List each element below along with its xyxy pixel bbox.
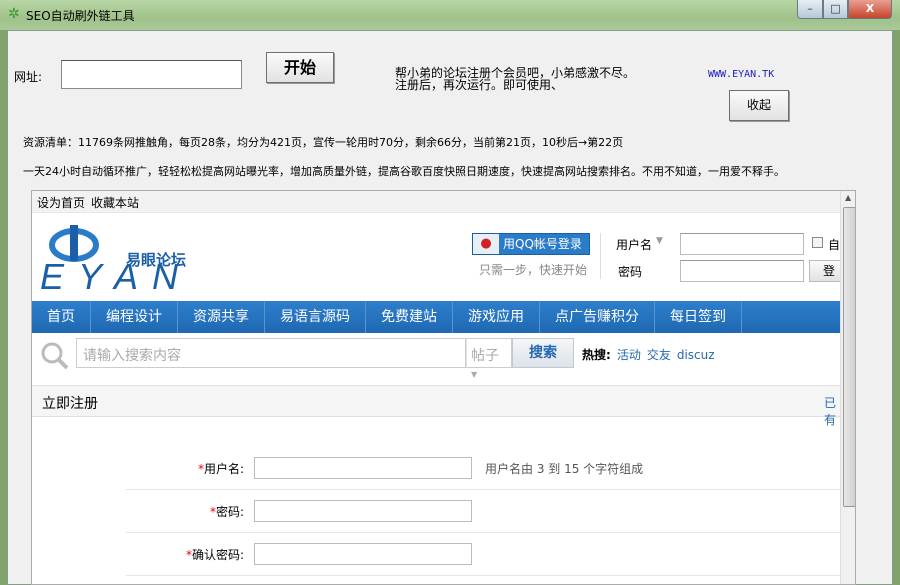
nav-programming[interactable]: 编程设计 [91, 301, 178, 333]
search-bar: 请输入搜索内容 帖子 ▼ 搜索 热搜: 活动交友 discuz [32, 333, 840, 381]
chevron-down-icon[interactable]: ▼ [656, 236, 663, 246]
register-title: 立即注册 [42, 393, 98, 413]
nav-home[interactable]: 首页 [32, 301, 91, 333]
nav-resources[interactable]: 资源共享 [178, 301, 265, 333]
vertical-scrollbar[interactable]: ▲ [840, 191, 856, 585]
hot-label: 热搜: [582, 348, 611, 362]
qq-login-label: 用QQ帐号登录 [503, 237, 582, 251]
logo-cn: 易眼论坛 [126, 249, 186, 270]
username-field-label: *用户名: [124, 460, 244, 477]
password-field-label: *密码: [124, 503, 244, 520]
hot-link[interactable]: discuz [677, 348, 715, 362]
divider [126, 532, 840, 533]
title-bar: ✲ SEO自动刷外链工具 – □ X [0, 0, 900, 30]
divider [600, 233, 601, 279]
search-type-select[interactable]: 帖子 ▼ [466, 338, 512, 368]
nav-games[interactable]: 游戏应用 [453, 301, 540, 333]
nav-free-site[interactable]: 免费建站 [366, 301, 453, 333]
minimize-button[interactable]: – [797, 0, 823, 19]
confirm-password-label: *确认密码: [124, 546, 244, 563]
search-input[interactable]: 请输入搜索内容 [76, 338, 466, 368]
slogan-text: 一天24小时自动循环推广，轻轻松松提高网站曝光率，增加高质量外链，提高谷歌百度快… [23, 163, 785, 179]
url-label: 网址: [14, 68, 42, 85]
have-account-link[interactable]: 已有 [824, 394, 840, 428]
reg-username-input[interactable] [254, 457, 472, 479]
search-icon [40, 341, 70, 371]
bookmark-link[interactable]: 收藏本站 [91, 196, 139, 210]
url-input[interactable] [61, 60, 242, 89]
status-text: 资源清单：11769条网推触角，每页28条，均分为421页，宣传一轮用时70分，… [23, 134, 623, 150]
collapse-button[interactable]: 收起 [729, 90, 789, 121]
remember-checkbox[interactable] [812, 237, 823, 248]
password-input[interactable] [680, 260, 804, 282]
main-nav: 首页 编程设计 资源共享 易语言源码 免费建站 游戏应用 点广告赚积分 每日签到 [32, 301, 840, 333]
nav-ads-points[interactable]: 点广告赚积分 [540, 301, 655, 333]
qq-penguin-icon: ● [473, 234, 499, 254]
password-label: 密码 [618, 263, 642, 280]
remember-label: 自 [828, 236, 840, 253]
site-logo[interactable]: EYAN 易眼论坛 [38, 223, 210, 295]
site-link[interactable]: WWW.EYAN.TK [708, 69, 774, 80]
nav-checkin[interactable]: 每日签到 [655, 301, 742, 333]
username-hint: 用户名由 3 到 15 个字符组成 [485, 460, 643, 477]
reg-password-input[interactable] [254, 500, 472, 522]
start-button[interactable]: 开始 [266, 52, 334, 83]
scrollbar-thumb[interactable] [843, 207, 856, 507]
nav-source-code[interactable]: 易语言源码 [265, 301, 366, 333]
scroll-up-icon[interactable]: ▲ [845, 193, 851, 202]
divider [126, 575, 840, 576]
window-title: SEO自动刷外链工具 [26, 7, 135, 24]
qq-subtext: 只需一步，快速开始 [479, 261, 587, 278]
register-header: 立即注册 已有 [32, 385, 840, 417]
hot-link[interactable]: 交友 [647, 348, 671, 362]
set-homepage-link[interactable]: 设为首页 [37, 196, 85, 210]
search-type-value: 帖子 [471, 348, 499, 364]
app-icon: ✲ [8, 6, 20, 22]
qq-login-button[interactable]: ● 用QQ帐号登录 [472, 233, 590, 255]
search-button[interactable]: 搜索 [512, 338, 574, 368]
embedded-browser: 设为首页收藏本站 EYAN 易眼论坛 ● 用QQ帐号登录 只需一步，快速开始 用… [31, 190, 856, 585]
hot-searches: 热搜: 活动交友 discuz [582, 346, 715, 363]
reg-confirm-password-input[interactable] [254, 543, 472, 565]
maximize-button[interactable]: □ [823, 0, 848, 19]
notice-line2: 注册后，再次运行。即可使用、 [395, 79, 563, 91]
site-topbar: 设为首页收藏本站 [32, 191, 855, 213]
username-label[interactable]: 用户名 [616, 236, 652, 253]
close-button[interactable]: X [848, 0, 892, 19]
chevron-down-icon: ▼ [471, 370, 477, 379]
hot-link[interactable]: 活动 [617, 348, 641, 362]
username-input[interactable] [680, 233, 804, 255]
divider [126, 489, 840, 490]
